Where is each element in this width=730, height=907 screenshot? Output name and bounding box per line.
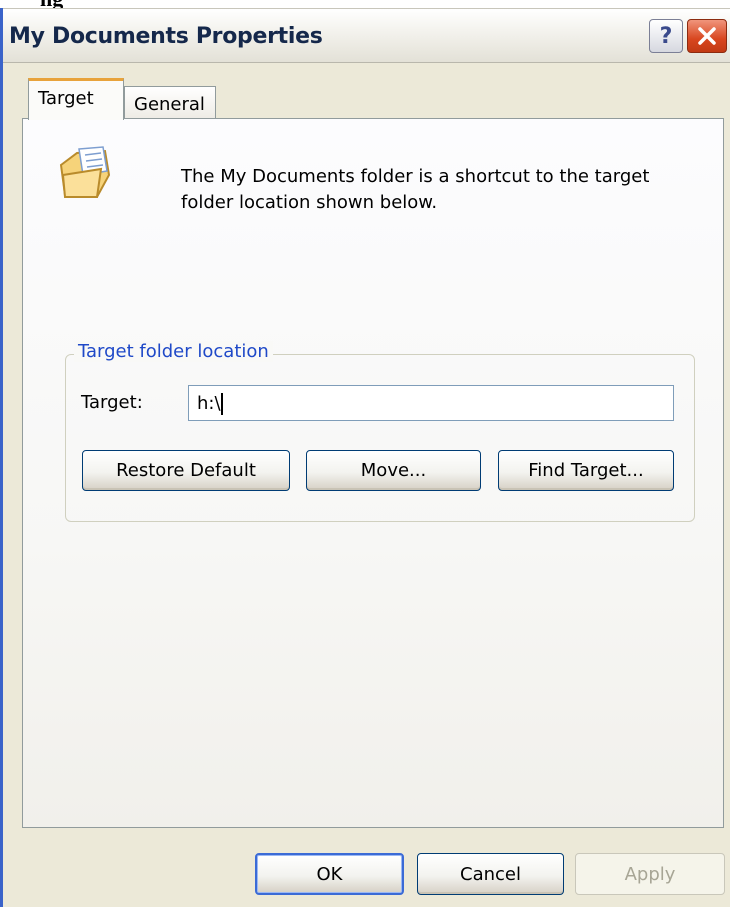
target-label: Target: bbox=[81, 392, 143, 413]
tab-panel: The My Documents folder is a shortcut to… bbox=[22, 118, 724, 828]
target-input[interactable] bbox=[188, 385, 674, 421]
help-button[interactable]: ? bbox=[649, 19, 683, 53]
find-target-button[interactable]: Find Target... bbox=[498, 450, 674, 491]
close-icon bbox=[698, 27, 716, 45]
tab-target[interactable]: Target bbox=[28, 78, 124, 120]
move-button[interactable]: Move... bbox=[306, 450, 481, 491]
text-caret bbox=[221, 393, 223, 415]
window-title: My Documents Properties bbox=[9, 24, 323, 49]
restore-default-button[interactable]: Restore Default bbox=[82, 450, 290, 491]
tab-general-label: General bbox=[134, 94, 205, 115]
properties-dialog: My Documents Properties ? Target General… bbox=[0, 8, 730, 907]
group-title: Target folder location bbox=[74, 341, 273, 362]
description-text: The My Documents folder is a shortcut to… bbox=[181, 166, 650, 213]
title-bar[interactable]: My Documents Properties ? bbox=[3, 8, 730, 63]
my-documents-folder-icon bbox=[59, 146, 111, 199]
tab-general[interactable]: General bbox=[124, 86, 216, 122]
tab-target-label: Target bbox=[38, 88, 94, 109]
cancel-button[interactable]: Cancel bbox=[417, 853, 564, 895]
ok-button[interactable]: OK bbox=[255, 853, 404, 895]
close-button[interactable] bbox=[687, 19, 727, 53]
help-icon: ? bbox=[659, 23, 673, 49]
target-folder-location-group: Target folder location Target: Restore D… bbox=[65, 341, 695, 522]
apply-button[interactable]: Apply bbox=[575, 853, 725, 895]
